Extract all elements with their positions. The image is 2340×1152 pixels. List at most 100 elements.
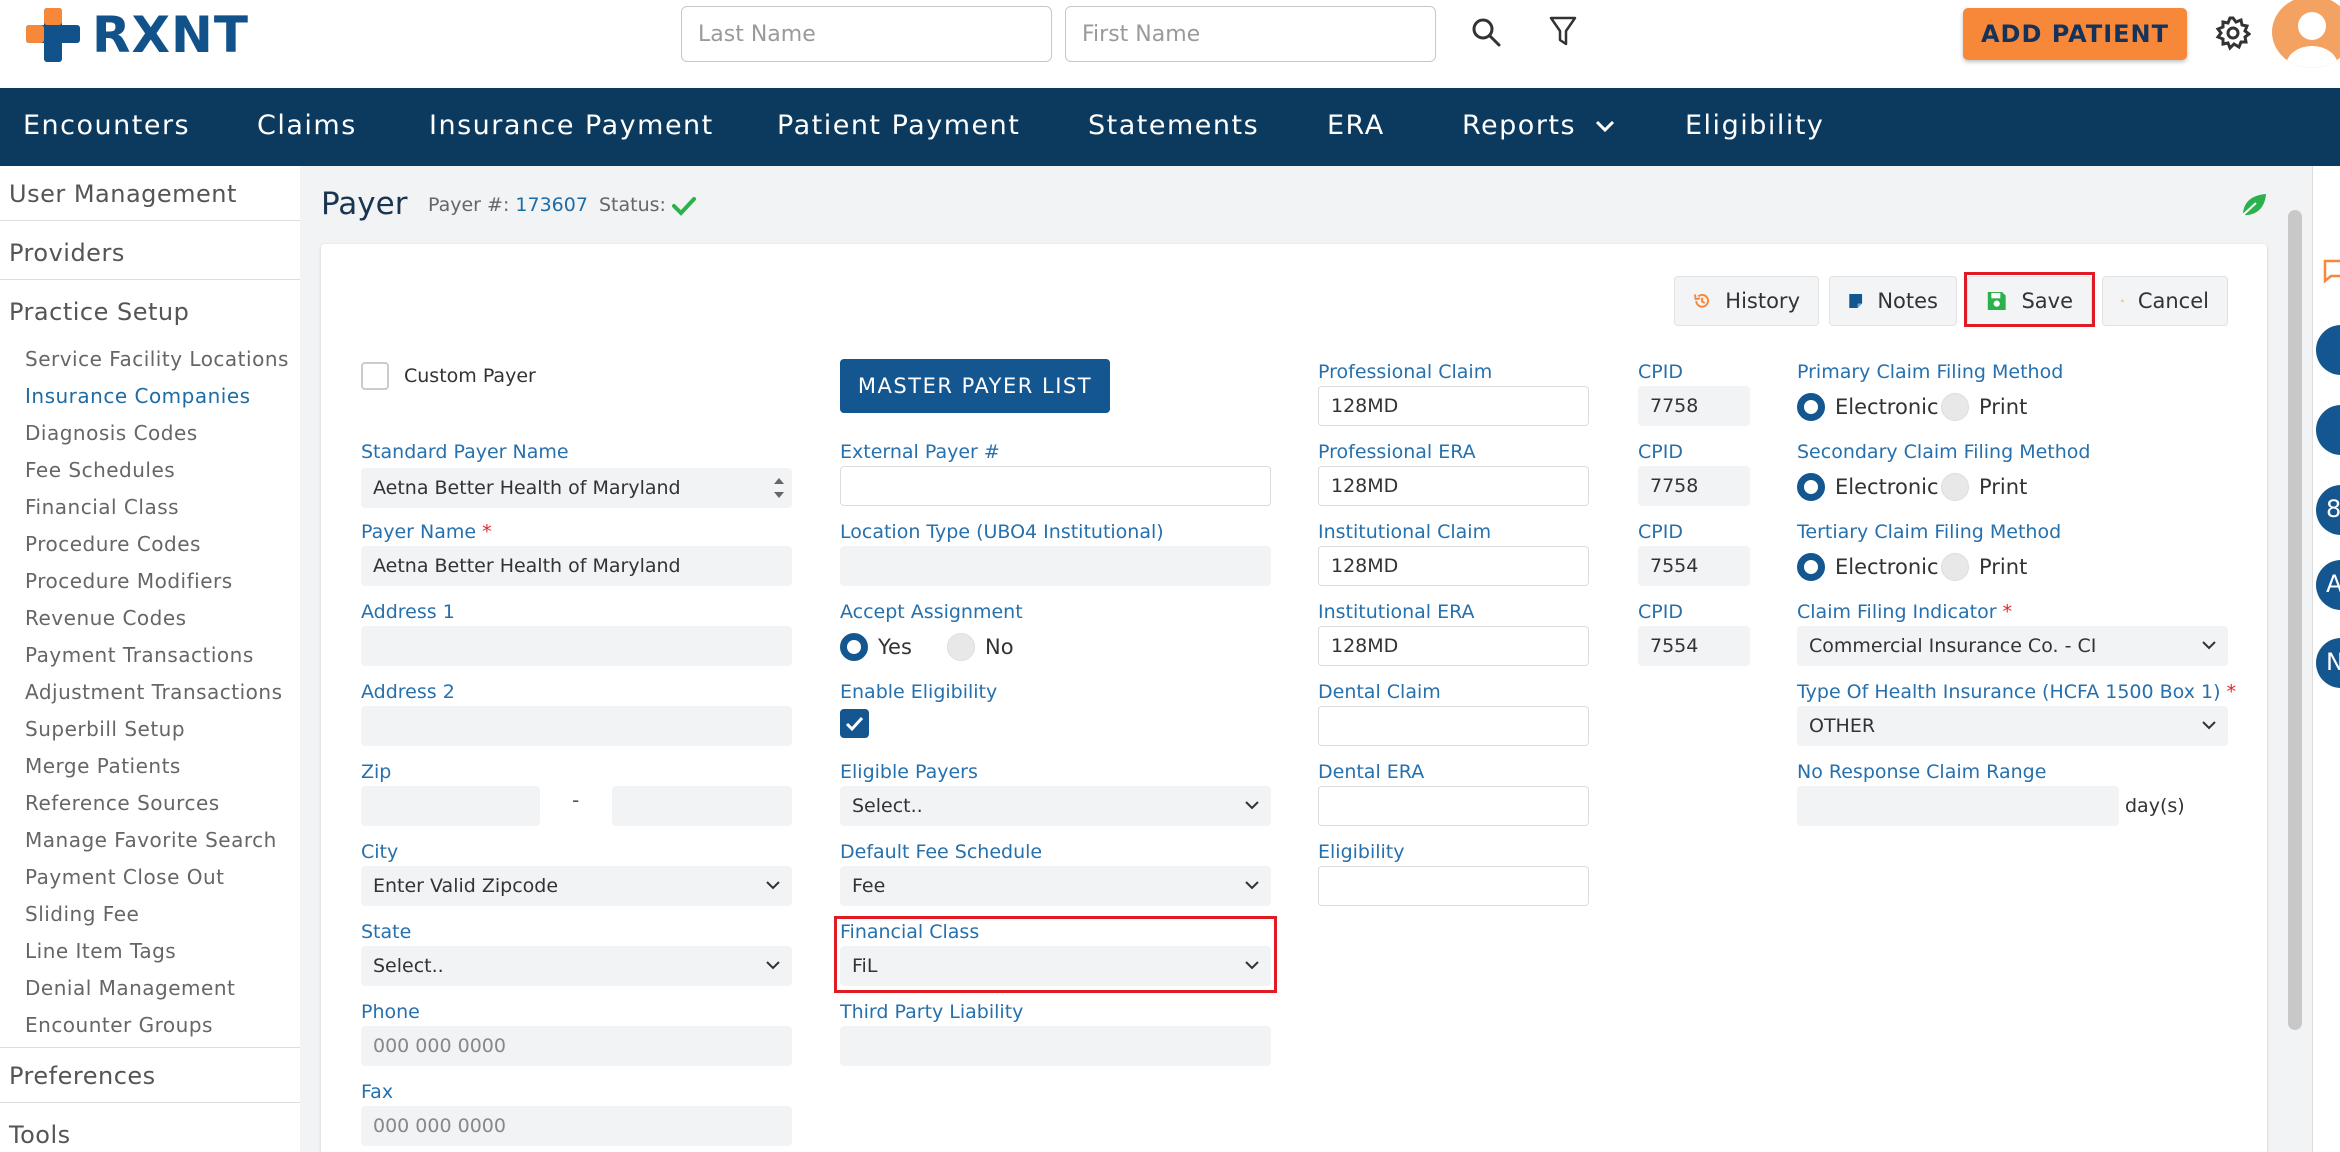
- primary-electronic[interactable]: Electronic: [1797, 393, 1939, 421]
- sidebar-practice-setup[interactable]: Practice Setup: [9, 298, 189, 326]
- sidebar-item-procedure-codes[interactable]: Procedure Codes: [25, 532, 201, 556]
- sidebar-providers[interactable]: Providers: [9, 239, 125, 267]
- nav-insurance-payment[interactable]: Insurance Payment: [429, 110, 714, 141]
- sidebar-item-insurance-companies[interactable]: Insurance Companies: [25, 384, 251, 408]
- sidebar-item-service-facility-locations[interactable]: Service Facility Locations: [25, 347, 289, 371]
- primary-print[interactable]: Print: [1941, 393, 2027, 421]
- cpid-field[interactable]: 7758: [1638, 466, 1750, 506]
- nav-statements[interactable]: Statements: [1088, 110, 1259, 141]
- radio-selected[interactable]: [840, 633, 868, 661]
- divider: [0, 220, 300, 221]
- logo[interactable]: RXNT: [26, 6, 249, 64]
- payer-name-field[interactable]: Aetna Better Health of Maryland: [361, 546, 792, 586]
- zip-ext-field[interactable]: [612, 786, 792, 826]
- accept-assignment-yes[interactable]: Yes: [840, 633, 912, 661]
- eligibility-field[interactable]: [1318, 866, 1589, 906]
- first-name-input[interactable]: [1065, 6, 1436, 62]
- sidebar-item-denial-management[interactable]: Denial Management: [25, 976, 235, 1000]
- last-name-input[interactable]: [681, 6, 1052, 62]
- accept-assignment-label: Accept Assignment: [840, 601, 1023, 623]
- sidebar-item-revenue-codes[interactable]: Revenue Codes: [25, 606, 187, 630]
- sidebar-item-reference-sources[interactable]: Reference Sources: [25, 791, 220, 815]
- sidebar-preferences[interactable]: Preferences: [9, 1062, 156, 1090]
- cpid-field[interactable]: 7554: [1638, 626, 1750, 666]
- history-button[interactable]: History: [1674, 276, 1819, 326]
- tertiary-print[interactable]: Print: [1941, 553, 2027, 581]
- radio-unselected[interactable]: [1941, 473, 1969, 501]
- radio-unselected[interactable]: [1941, 553, 1969, 581]
- payer-number-value[interactable]: 173607: [515, 194, 588, 216]
- sidebar-item-fee-schedules[interactable]: Fee Schedules: [25, 458, 175, 482]
- cpid-field[interactable]: 7554: [1638, 546, 1750, 586]
- cancel-button[interactable]: Cancel: [2102, 276, 2228, 326]
- third-party-field[interactable]: [840, 1026, 1271, 1066]
- sidebar-item-payment-transactions[interactable]: Payment Transactions: [25, 643, 254, 667]
- no-response-range-field[interactable]: [1797, 786, 2119, 826]
- sidebar-item-payment-close-out[interactable]: Payment Close Out: [25, 865, 225, 889]
- sidebar-item-manage-favorite-search[interactable]: Manage Favorite Search: [25, 828, 277, 852]
- default-fee-schedule-select[interactable]: Fee: [840, 866, 1271, 906]
- city-select[interactable]: Enter Valid Zipcode: [361, 866, 792, 906]
- nav-reports[interactable]: Reports: [1462, 110, 1616, 141]
- nav-patient-payment[interactable]: Patient Payment: [777, 110, 1020, 141]
- leaf-icon[interactable]: [2240, 192, 2268, 218]
- sidebar-item-merge-patients[interactable]: Merge Patients: [25, 754, 181, 778]
- filter-icon[interactable]: [1546, 14, 1580, 50]
- add-patient-button[interactable]: ADD PATIENT: [1963, 8, 2187, 60]
- external-payer-field[interactable]: [840, 466, 1271, 506]
- sidebar-item-financial-class[interactable]: Financial Class: [25, 495, 179, 519]
- location-type-field[interactable]: [840, 546, 1271, 586]
- notes-label: Notes: [1877, 289, 1938, 313]
- type-health-insurance-select[interactable]: OTHER: [1797, 706, 2228, 746]
- state-select[interactable]: Select..: [361, 946, 792, 986]
- custom-payer-checkbox[interactable]: [361, 362, 389, 390]
- dental-claim-field[interactable]: [1318, 706, 1589, 746]
- radio-unselected[interactable]: [947, 633, 975, 661]
- search-icon[interactable]: [1468, 14, 1504, 50]
- professional-era-field[interactable]: 128MD: [1318, 466, 1589, 506]
- sidebar-user-management[interactable]: User Management: [9, 180, 237, 208]
- avatar[interactable]: [2272, 0, 2340, 68]
- radio-selected[interactable]: [1797, 473, 1825, 501]
- fax-field[interactable]: 000 000 0000: [361, 1106, 792, 1146]
- sidebar-item-adjustment-transactions[interactable]: Adjustment Transactions: [25, 680, 283, 704]
- radio-selected[interactable]: [1797, 553, 1825, 581]
- phone-field[interactable]: 000 000 0000: [361, 1026, 792, 1066]
- standard-payer-name-field[interactable]: Aetna Better Health of Maryland: [361, 468, 792, 508]
- enable-eligibility-checkbox[interactable]: [840, 709, 869, 738]
- chat-icon[interactable]: [2322, 258, 2340, 284]
- professional-claim-field[interactable]: 128MD: [1318, 386, 1589, 426]
- cpid-field[interactable]: 7758: [1638, 386, 1750, 426]
- scrollbar[interactable]: [2288, 210, 2302, 1030]
- claim-filing-indicator-select[interactable]: Commercial Insurance Co. - CI: [1797, 626, 2228, 666]
- secondary-electronic[interactable]: Electronic: [1797, 473, 1939, 501]
- spinner-icon[interactable]: [772, 473, 786, 503]
- institutional-claim-field[interactable]: 128MD: [1318, 546, 1589, 586]
- sidebar-item-sliding-fee[interactable]: Sliding Fee: [25, 902, 139, 926]
- nav-eligibility[interactable]: Eligibility: [1685, 110, 1824, 141]
- sidebar-item-line-item-tags[interactable]: Line Item Tags: [25, 939, 176, 963]
- zip-field[interactable]: [361, 786, 540, 826]
- secondary-print[interactable]: Print: [1941, 473, 2027, 501]
- notes-button[interactable]: Notes: [1829, 276, 1957, 326]
- nav-claims[interactable]: Claims: [257, 110, 357, 141]
- radio-unselected[interactable]: [1941, 393, 1969, 421]
- eligible-payers-select[interactable]: Select..: [840, 786, 1271, 826]
- address1-field[interactable]: [361, 626, 792, 666]
- sidebar-item-procedure-modifiers[interactable]: Procedure Modifiers: [25, 569, 233, 593]
- nav-era[interactable]: ERA: [1327, 110, 1385, 141]
- dental-era-field[interactable]: [1318, 786, 1589, 826]
- tertiary-electronic[interactable]: Electronic: [1797, 553, 1939, 581]
- gear-icon[interactable]: [2214, 14, 2252, 52]
- enable-eligibility-label: Enable Eligibility: [840, 681, 998, 703]
- sidebar-tools[interactable]: Tools: [9, 1121, 71, 1149]
- nav-encounters[interactable]: Encounters: [23, 110, 190, 141]
- address2-field[interactable]: [361, 706, 792, 746]
- sidebar-item-encounter-groups[interactable]: Encounter Groups: [25, 1013, 213, 1037]
- sidebar-item-diagnosis-codes[interactable]: Diagnosis Codes: [25, 421, 198, 445]
- accept-assignment-no[interactable]: No: [947, 633, 1014, 661]
- master-payer-list-button[interactable]: MASTER PAYER LIST: [840, 359, 1110, 413]
- institutional-era-field[interactable]: 128MD: [1318, 626, 1589, 666]
- sidebar-item-superbill-setup[interactable]: Superbill Setup: [25, 717, 185, 741]
- radio-selected[interactable]: [1797, 393, 1825, 421]
